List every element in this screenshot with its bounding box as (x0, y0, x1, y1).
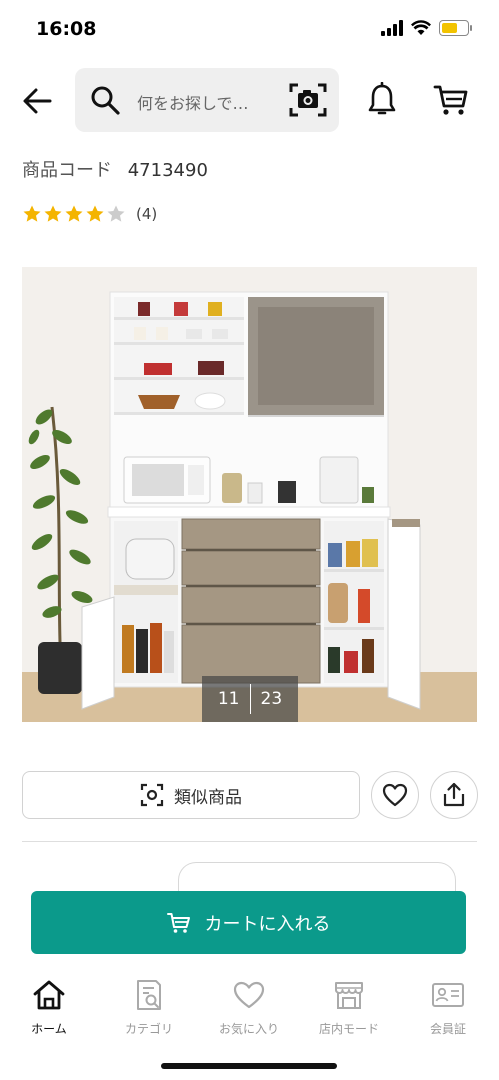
nav-label-member-card: 会員証 (429, 1022, 466, 1036)
add-to-cart-button[interactable]: カートに入れる (31, 891, 466, 954)
search-input[interactable]: 何をお探しで… (137, 90, 249, 114)
camera-search-button[interactable] (289, 82, 327, 118)
star-icon (86, 205, 104, 222)
cart-icon (166, 912, 190, 933)
cart-icon (433, 85, 468, 115)
nav-item-category[interactable]: カテゴリ (104, 978, 194, 1037)
image-counter: 11 23 (202, 676, 298, 722)
nav-item-favorites[interactable]: お気に入り (204, 978, 294, 1037)
product-image[interactable] (22, 267, 477, 722)
nav-item-home[interactable]: ホーム (4, 978, 94, 1037)
star-icon (107, 205, 125, 222)
star-icon (65, 205, 83, 222)
rating[interactable]: (4) (22, 204, 157, 224)
nav-item-store-mode[interactable]: 店内モード (304, 978, 394, 1037)
share-button[interactable] (430, 771, 478, 819)
product-code: 商品コード 4713490 (22, 156, 208, 182)
heart-icon (382, 783, 408, 807)
star-icon (44, 205, 62, 222)
search-icon (89, 84, 121, 116)
back-button[interactable] (20, 84, 54, 118)
category-icon (132, 978, 166, 1012)
wifi-icon (411, 20, 431, 35)
signal-icon (381, 20, 403, 36)
counter-divider (249, 684, 251, 714)
nav-label-category: カテゴリ (124, 1022, 173, 1036)
store-icon (332, 978, 366, 1012)
search-box[interactable]: 何をお探しで… (75, 68, 339, 132)
status-icons (381, 20, 472, 36)
notification-button[interactable] (364, 81, 400, 118)
cart-button[interactable] (432, 82, 470, 118)
home-icon (32, 978, 66, 1012)
review-count[interactable]: (4) (136, 205, 157, 223)
share-icon (443, 782, 465, 807)
cupboard-photo (22, 267, 477, 722)
similar-products-button[interactable]: 類似商品 (22, 771, 360, 819)
member-card-icon (431, 978, 465, 1012)
bell-icon (368, 81, 396, 115)
status-bar: 16:08 (0, 0, 499, 62)
status-time: 16:08 (36, 18, 97, 40)
battery-icon (439, 20, 472, 36)
image-index: 11 (217, 689, 240, 709)
home-indicator (161, 1063, 337, 1069)
favorite-button[interactable] (371, 771, 419, 819)
nav-item-member-card[interactable]: 会員証 (403, 978, 493, 1037)
image-total: 23 (260, 689, 283, 709)
back-arrow-icon (23, 88, 52, 114)
similar-products-label: 類似商品 (174, 787, 242, 808)
heart-icon (232, 978, 266, 1012)
image-scan-icon (140, 783, 164, 807)
nav-label-favorites: お気に入り (218, 1022, 279, 1036)
product-code-label: 商品コード (22, 160, 112, 181)
header: 何をお探しで… (0, 68, 499, 134)
nav-label-store-mode: 店内モード (318, 1022, 379, 1036)
camera-scan-icon (289, 83, 327, 117)
rating-stars (22, 204, 126, 224)
add-to-cart-label: カートに入れる (204, 913, 331, 935)
nav-label-home: ホーム (31, 1022, 67, 1036)
divider (22, 841, 477, 842)
star-icon (23, 205, 41, 222)
product-code-value: 4713490 (127, 160, 208, 181)
